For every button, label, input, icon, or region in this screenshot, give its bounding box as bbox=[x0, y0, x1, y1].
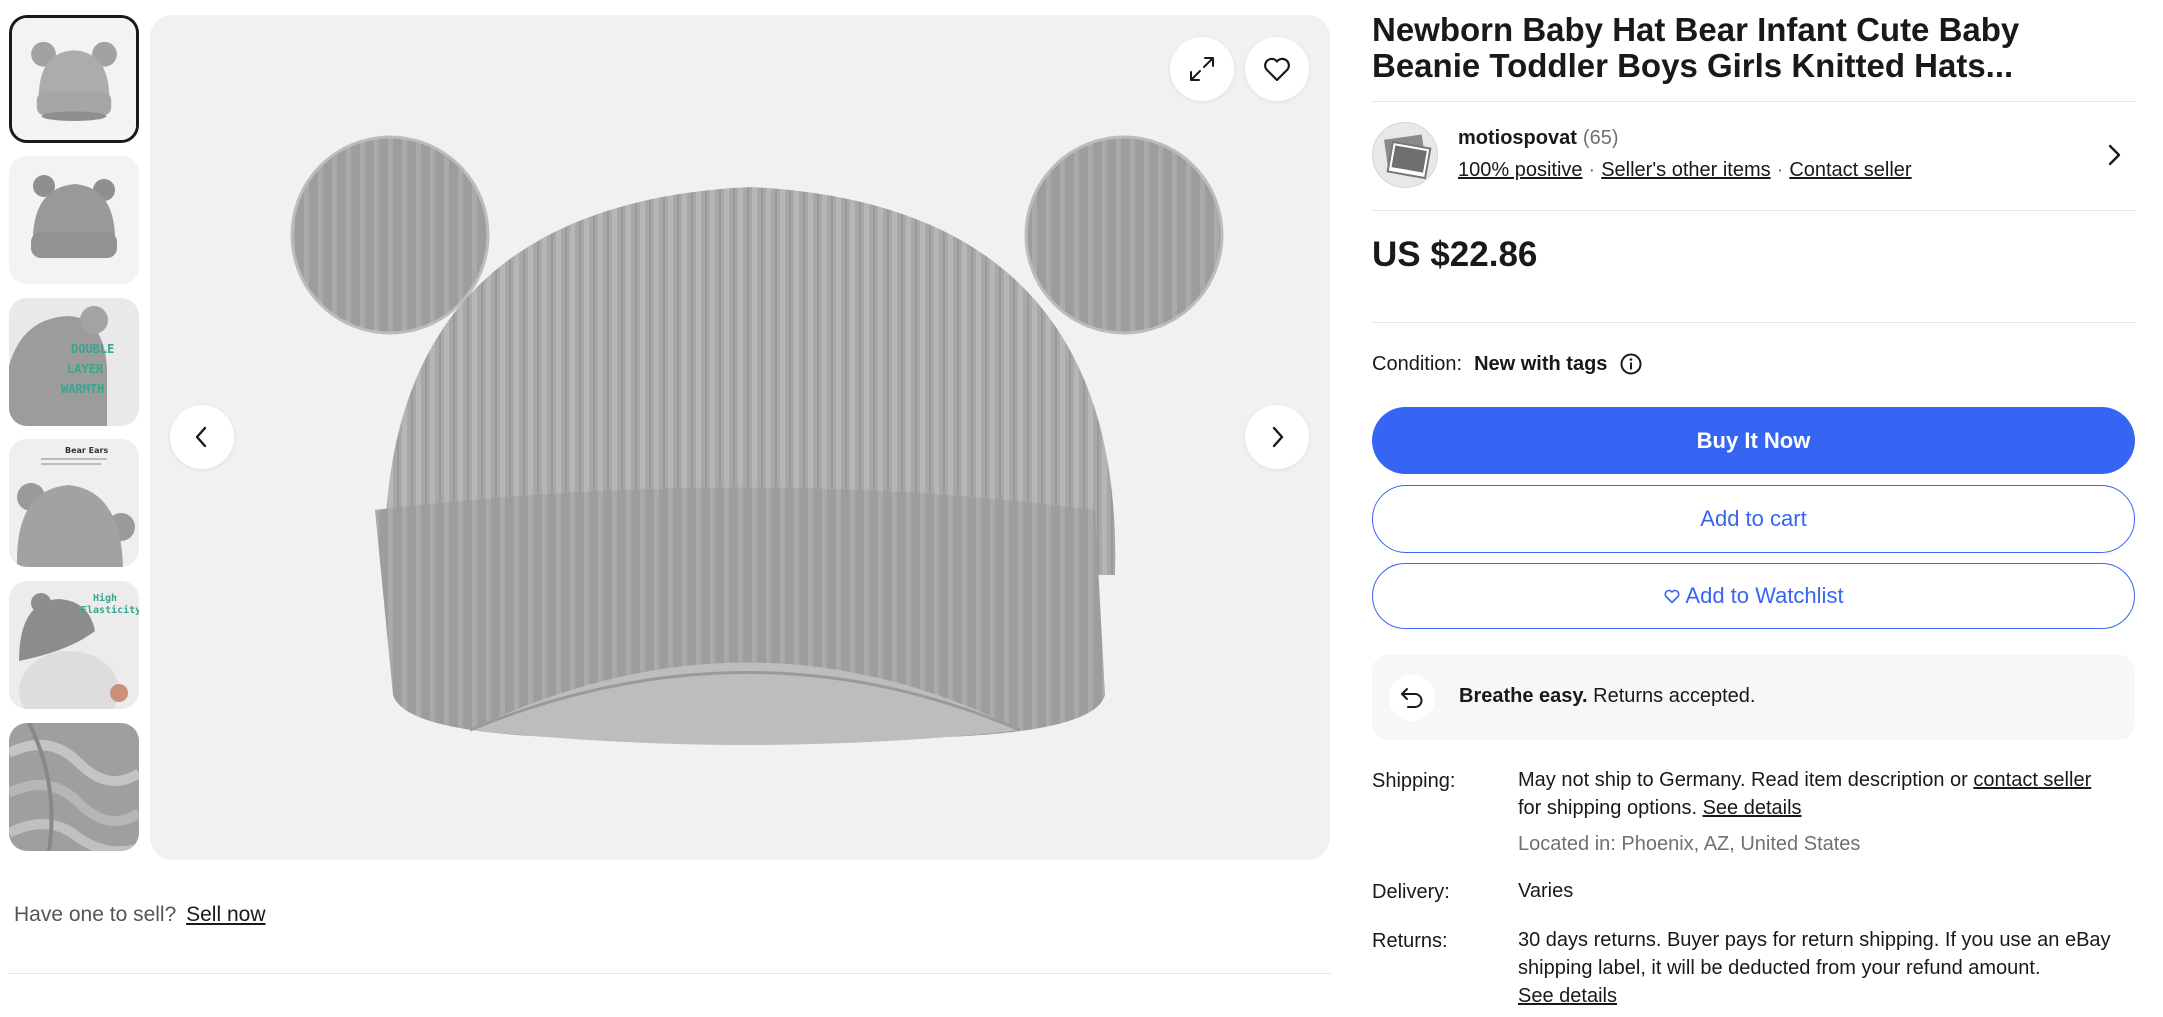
price: US $22.86 bbox=[1372, 235, 1538, 274]
svg-text:High: High bbox=[93, 592, 117, 604]
shipping-text-2: for shipping options. bbox=[1518, 797, 1703, 819]
thumbnail-2[interactable] bbox=[9, 156, 139, 284]
thumbnail-3[interactable]: DOUBLE LAYER WARMTH bbox=[9, 298, 139, 426]
contact-seller-link[interactable]: Contact seller bbox=[1789, 159, 1911, 181]
shipping-label: Shipping: bbox=[1372, 770, 1456, 792]
seller-name-row: motiospovat (65) bbox=[1458, 127, 1618, 150]
returns-icon-wrap bbox=[1389, 675, 1435, 721]
return-arrow-icon bbox=[1401, 688, 1423, 708]
returns-value: 30 days returns. Buyer pays for return s… bbox=[1518, 926, 2135, 1010]
expand-button[interactable] bbox=[1170, 37, 1234, 101]
condition-row: Condition: New with tags bbox=[1372, 352, 1643, 376]
chevron-left-icon bbox=[195, 426, 207, 448]
shipping-value: May not ship to Germany. Read item descr… bbox=[1518, 766, 2135, 858]
bear-beanie-image bbox=[290, 135, 1224, 745]
shipping-line-2: for shipping options. See details bbox=[1518, 794, 2135, 822]
previous-image-button[interactable] bbox=[170, 405, 234, 469]
svg-text:Elasticity: Elasticity bbox=[81, 604, 139, 616]
svg-text:DOUBLE: DOUBLE bbox=[71, 342, 114, 356]
divider bbox=[9, 973, 1331, 974]
thumbnail-6[interactable] bbox=[9, 723, 139, 851]
separator: · bbox=[1776, 159, 1784, 181]
condition-value: New with tags bbox=[1474, 352, 1608, 375]
positive-feedback-link[interactable]: 100% positive bbox=[1458, 159, 1583, 181]
condition-label: Condition: bbox=[1372, 352, 1463, 375]
divider bbox=[1372, 101, 2135, 102]
photo-placeholder-icon bbox=[1384, 134, 1432, 180]
listing-title: Newborn Baby Hat Bear Infant Cute Baby B… bbox=[1372, 11, 2020, 84]
returns-label: Returns: bbox=[1372, 930, 1448, 952]
shipping-contact-seller-link[interactable]: contact seller bbox=[1973, 769, 2091, 791]
returns-see-details-link[interactable]: See details bbox=[1518, 985, 1617, 1007]
shipping-text-1: May not ship to Germany. Read item descr… bbox=[1518, 769, 1974, 791]
separator: · bbox=[1588, 159, 1596, 181]
seller-card[interactable]: motiospovat (65) 100% positive · Seller's o… bbox=[1372, 122, 2135, 190]
seller-avatar bbox=[1372, 122, 1438, 188]
chevron-right-icon bbox=[1272, 426, 1284, 448]
thumbnail-5[interactable]: High Elasticity bbox=[9, 581, 139, 709]
shipping-see-details-link[interactable]: See details bbox=[1703, 797, 1802, 819]
sell-prompt-text: Have one to sell? bbox=[14, 903, 177, 926]
chevron-right-icon[interactable] bbox=[2101, 142, 2127, 168]
svg-text:LAYER: LAYER bbox=[67, 362, 104, 376]
next-image-button[interactable] bbox=[1245, 405, 1309, 469]
heart-icon bbox=[1664, 589, 1680, 604]
returns-banner: Breathe easy. Returns accepted. bbox=[1372, 655, 2135, 740]
thumbnail-1[interactable] bbox=[9, 15, 139, 143]
bear-ears-image: Bear Ears bbox=[9, 439, 139, 567]
expand-icon bbox=[1190, 57, 1214, 81]
add-to-watchlist-label: Add to Watchlist bbox=[1685, 583, 1844, 608]
delivery-value: Varies bbox=[1518, 880, 1574, 902]
returns-text: 30 days returns. Buyer pays for return s… bbox=[1518, 929, 2111, 979]
divider bbox=[1372, 322, 2135, 323]
buy-it-now-button[interactable]: Buy It Now bbox=[1372, 407, 2135, 474]
returns-banner-rest: Returns accepted. bbox=[1587, 685, 1756, 707]
shipping-line-1: May not ship to Germany. Read item descr… bbox=[1518, 766, 2135, 794]
seller-other-items-link[interactable]: Seller's other items bbox=[1601, 159, 1770, 181]
divider bbox=[1372, 210, 2135, 211]
favorite-button[interactable] bbox=[1245, 37, 1309, 101]
returns-banner-bold: Breathe easy. bbox=[1459, 685, 1588, 707]
seller-links: 100% positive · Seller's other items · Conta… bbox=[1458, 159, 1912, 182]
main-product-image[interactable] bbox=[150, 15, 1330, 860]
delivery-label: Delivery: bbox=[1372, 881, 1450, 903]
double-layer-image: DOUBLE LAYER WARMTH bbox=[9, 298, 139, 426]
hat-front-image bbox=[12, 18, 136, 140]
sell-prompt: Have one to sell? Sell now bbox=[14, 903, 266, 927]
sell-now-link[interactable]: Sell now bbox=[186, 903, 265, 926]
feedback-count: (65) bbox=[1582, 127, 1619, 149]
add-to-watchlist-button[interactable]: Add to Watchlist bbox=[1372, 563, 2135, 629]
svg-text:Bear Ears: Bear Ears bbox=[65, 446, 108, 455]
info-icon[interactable] bbox=[1619, 352, 1643, 376]
knit-texture-image bbox=[9, 723, 139, 851]
heart-icon bbox=[1264, 57, 1290, 82]
thumbnail-4[interactable]: Bear Ears bbox=[9, 439, 139, 567]
seller-name[interactable]: motiospovat bbox=[1458, 127, 1577, 149]
high-elasticity-image: High Elasticity bbox=[9, 581, 139, 709]
hat-side-image bbox=[9, 156, 139, 284]
svg-text:WARMTH: WARMTH bbox=[61, 382, 104, 396]
add-to-cart-button[interactable]: Add to cart bbox=[1372, 485, 2135, 553]
returns-banner-text: Breathe easy. Returns accepted. bbox=[1459, 685, 1755, 708]
item-location: Located in: Phoenix, AZ, United States bbox=[1518, 833, 1861, 855]
